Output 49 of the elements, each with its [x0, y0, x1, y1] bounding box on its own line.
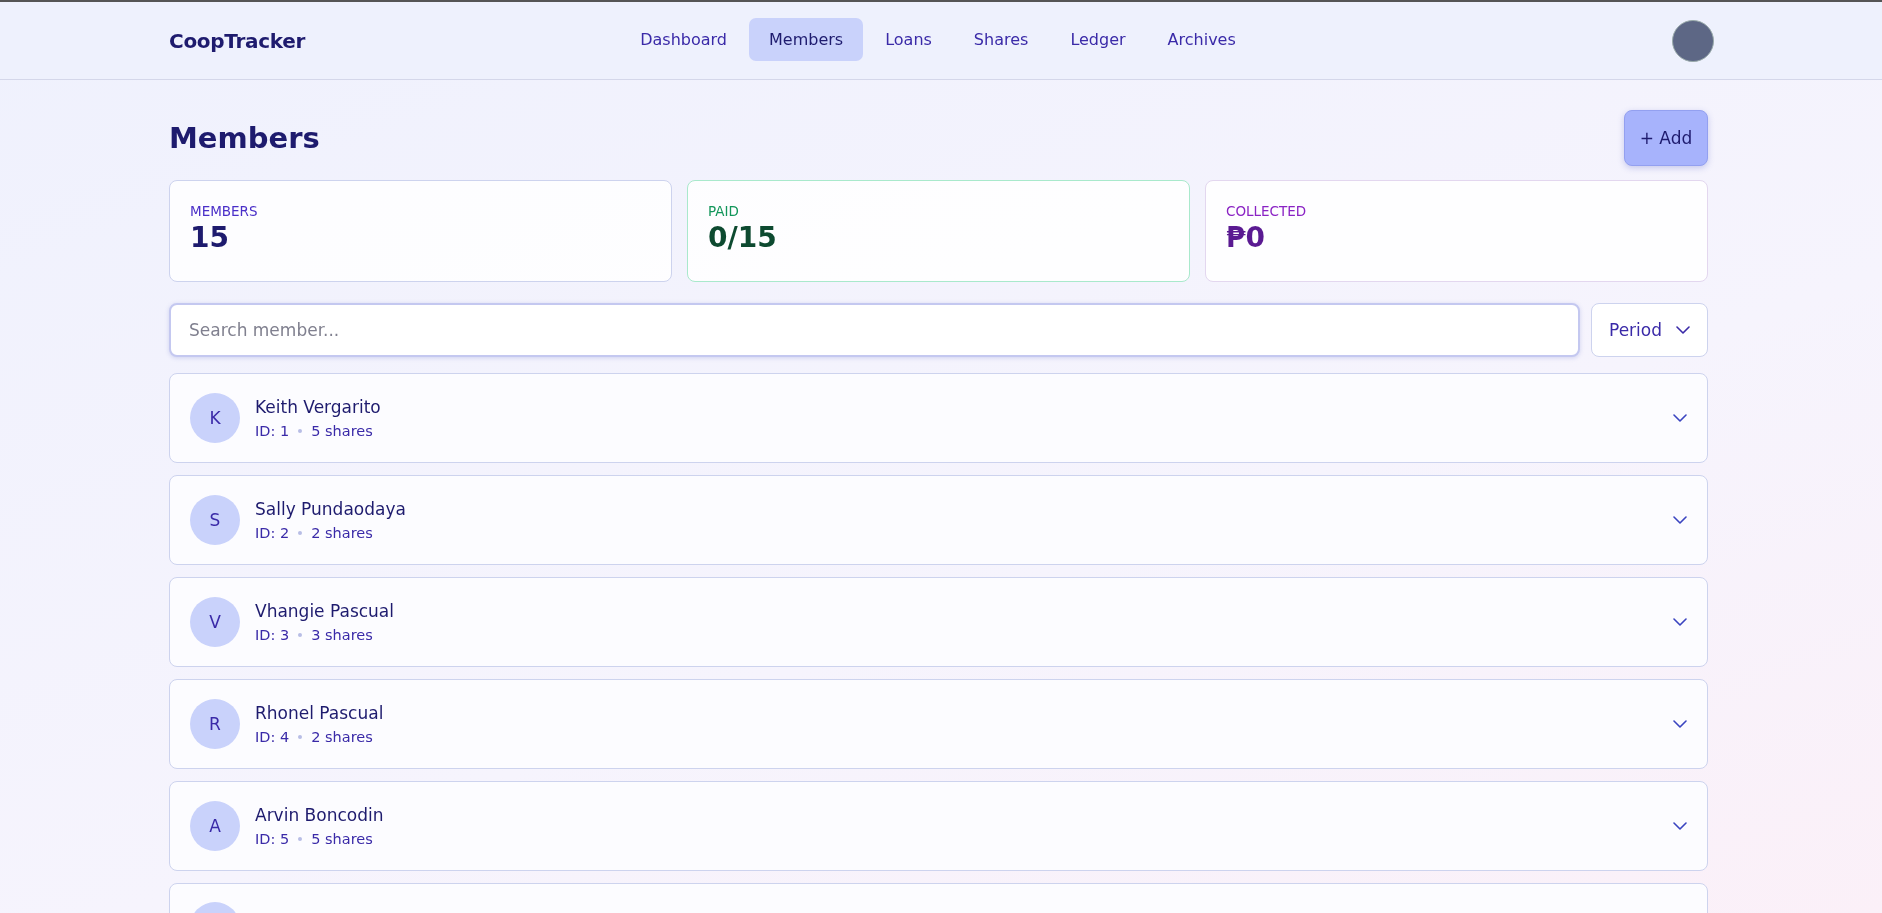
page-title: Members	[169, 121, 320, 155]
nav-tab[interactable]: Dashboard	[620, 18, 747, 61]
share-count: 2 shares	[311, 729, 373, 745]
stat-value: 15	[190, 221, 230, 254]
share-count: 3 shares	[311, 627, 373, 643]
member-avatar: A	[190, 801, 240, 851]
brand-logo[interactable]: CoopTracker	[169, 28, 306, 53]
chevron-down-icon	[1676, 326, 1690, 334]
stat-value: 0/15	[708, 221, 778, 254]
nav-tab[interactable]: Members	[749, 18, 864, 61]
member-id: ID: 4	[255, 729, 290, 745]
search-field[interactable]: Search member...	[169, 303, 1580, 357]
separator-dot	[298, 633, 303, 637]
stat-value: ₱0	[1226, 221, 1266, 254]
share-count: 2 shares	[311, 525, 373, 541]
member-id: ID: 5	[255, 831, 290, 847]
member-card[interactable]: S Sally Pundaodaya ID: 2 2 shares	[169, 475, 1708, 565]
member-name: Rhonel Pascual	[255, 703, 384, 723]
member-card[interactable]: R Rhonel Pascual ID: 4 2 shares	[169, 679, 1708, 769]
stat-label: MEMBERS	[190, 203, 259, 219]
nav-tab[interactable]: Archives	[1147, 18, 1256, 61]
member-avatar: K	[190, 393, 240, 443]
member-card[interactable]: V Vhangie Pascual ID: 3 3 shares	[169, 577, 1708, 667]
share-count: 5 shares	[311, 831, 373, 847]
nav-tab[interactable]: Ledger	[1050, 18, 1146, 61]
nav-tab[interactable]: Loans	[865, 18, 952, 61]
stat-label: PAID	[708, 203, 740, 219]
member-avatar: V	[190, 597, 240, 647]
stat-label: COLLECTED	[1226, 203, 1308, 219]
member-name: Sally Pundaodaya	[255, 499, 406, 519]
separator-dot	[298, 429, 303, 433]
share-count: 5 shares	[311, 423, 373, 439]
separator-dot	[298, 531, 303, 535]
member-card[interactable]: A Arvin Boncodin ID: 5 5 shares	[169, 781, 1708, 871]
add-button[interactable]: + Add	[1624, 110, 1708, 166]
member-name: Vhangie Pascual	[255, 601, 394, 621]
period-dropdown[interactable]: Period	[1591, 303, 1708, 357]
member-card[interactable]: K Keith Vergarito ID: 1 5 shares	[169, 373, 1708, 463]
nav-tab[interactable]: Shares	[953, 18, 1049, 61]
separator-dot	[298, 837, 303, 841]
user-avatar[interactable]	[1672, 19, 1714, 62]
member-avatar: S	[190, 495, 240, 545]
member-id: ID: 1	[255, 423, 290, 439]
member-avatar: R	[190, 699, 240, 749]
member-name: Keith Vergarito	[255, 397, 381, 417]
member-id: ID: 2	[255, 525, 290, 541]
member-name: Arvin Boncodin	[255, 805, 384, 825]
separator-dot	[298, 735, 303, 739]
member-id: ID: 3	[255, 627, 290, 643]
